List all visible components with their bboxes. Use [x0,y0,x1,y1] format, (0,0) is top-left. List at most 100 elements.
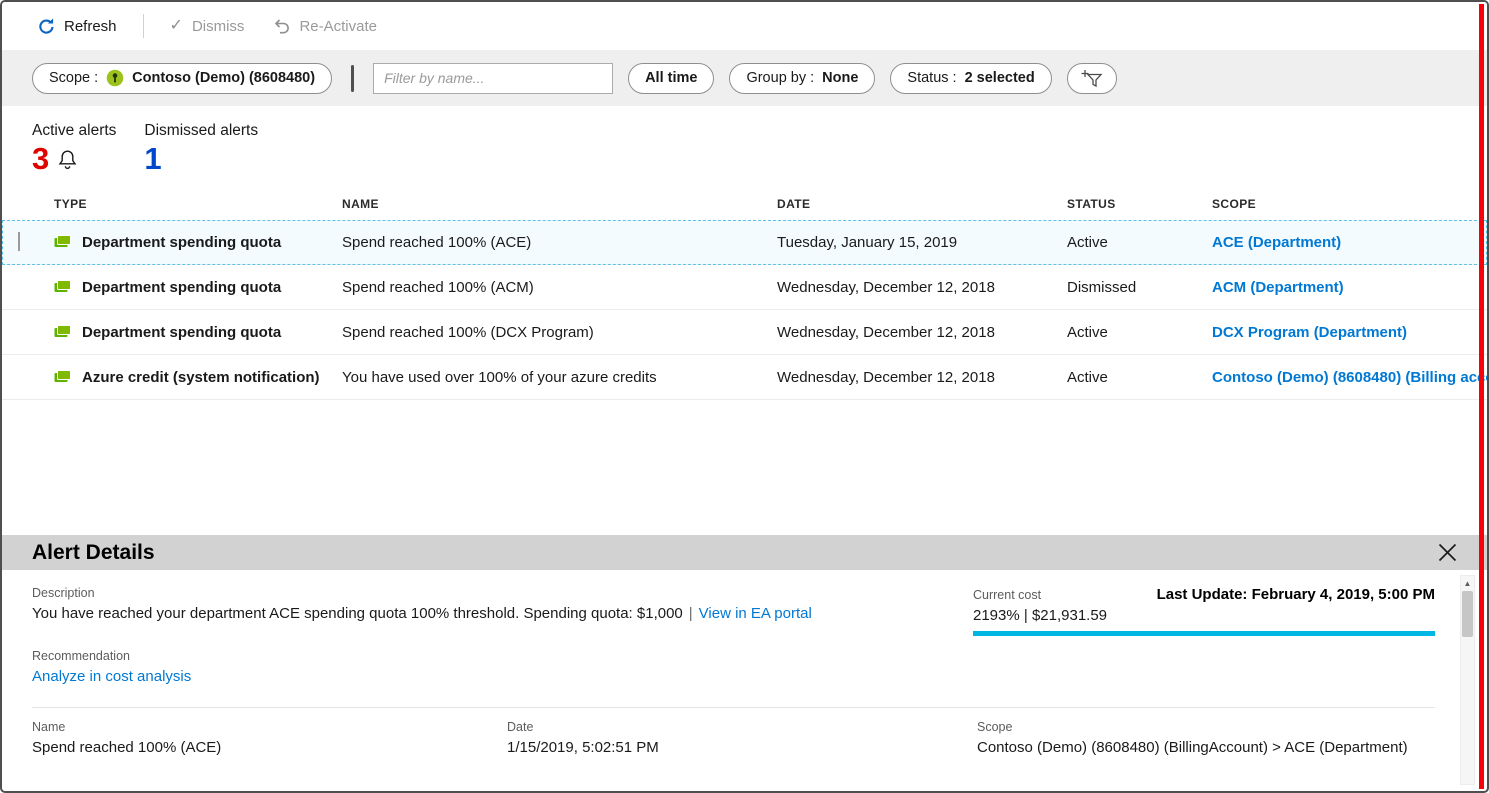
spending-quota-icon [54,235,71,249]
alert-summary: Active alerts 3 Dismissed alerts 1 [2,106,1487,180]
description-section: Description You have reached your depart… [32,586,943,686]
alert-status: Dismissed [1067,279,1212,296]
detail-scope-field: Scope Contoso (Demo) (8608480) (BillingA… [977,720,1435,756]
active-alerts-count: 3 [32,142,49,176]
status-filter-label: Status : [907,70,956,86]
alert-details-panel: Alert Details Description You have reach… [2,535,1487,791]
analyze-in-cost-analysis-link[interactable]: Analyze in cost analysis [32,668,191,685]
detail-scope-label: Scope [977,720,1435,734]
table-row[interactable]: Azure credit (system notification) You h… [2,355,1487,400]
dismissed-alerts-summary[interactable]: Dismissed alerts 1 [144,122,258,180]
detail-name-label: Name [32,720,507,734]
active-alerts-label: Active alerts [32,122,116,140]
alert-date: Tuesday, January 15, 2019 [777,234,1067,251]
column-header-type[interactable]: TYPE [54,197,342,211]
last-update-text: Last Update: February 4, 2019, 5:00 PM [1157,586,1435,603]
table-row[interactable]: Department spending quota Spend reached … [2,220,1487,265]
dismissed-alerts-count: 1 [144,142,161,176]
alert-status: Active [1067,369,1212,386]
scrollbar-thumb[interactable] [1462,591,1473,637]
column-header-name[interactable]: NAME [342,197,777,211]
alert-scope-link[interactable]: DCX Program (Department) [1212,324,1487,341]
alerts-table: TYPE NAME DATE STATUS SCOPE Department s… [2,180,1487,400]
alert-details-header: Alert Details [2,535,1487,570]
description-separator: | [689,605,693,622]
refresh-icon [38,18,55,35]
alert-name: Spend reached 100% (ACE) [342,234,777,251]
time-range-pill[interactable]: All time [628,63,714,94]
add-filter-funnel-icon [1081,69,1103,88]
details-divider [32,707,1435,708]
alert-date: Wednesday, December 12, 2018 [777,369,1067,386]
undo-icon [274,19,290,34]
red-edge-stripe [1479,4,1484,789]
alert-scope-link[interactable]: Contoso (Demo) (8608480) (Billing accou [1212,369,1489,386]
table-header-row: TYPE NAME DATE STATUS SCOPE [2,180,1487,220]
alert-details-title: Alert Details [32,541,155,565]
current-cost-section: Current cost Last Update: February 4, 20… [973,586,1435,686]
status-filter-pill[interactable]: Status : 2 selected [890,63,1051,94]
detail-scope-value: Contoso (Demo) (8608480) (BillingAccount… [977,739,1435,756]
cost-progress-bar [973,631,1435,636]
group-by-value: None [822,70,858,86]
empty-area [2,400,1487,535]
description-text: You have reached your department ACE spe… [32,605,683,622]
dismiss-label: Dismiss [192,18,245,35]
group-by-pill[interactable]: Group by : None [729,63,875,94]
enrollment-scope-icon [106,69,124,87]
column-header-scope[interactable]: SCOPE [1212,197,1487,211]
alert-type: Department spending quota [82,279,281,296]
alert-status: Active [1067,324,1212,341]
bell-icon [58,149,77,170]
alert-name: You have used over 100% of your azure cr… [342,369,777,386]
status-filter-value: 2 selected [965,70,1035,86]
scope-pill[interactable]: Scope : Contoso (Demo) (8608480) [32,63,332,94]
alert-date: Wednesday, December 12, 2018 [777,279,1067,296]
toolbar-divider [143,14,144,38]
alert-scope-link[interactable]: ACM (Department) [1212,279,1487,296]
scope-pill-value: Contoso (Demo) (8608480) [132,70,315,86]
alert-type: Azure credit (system notification) [82,369,320,386]
detail-name-value: Spend reached 100% (ACE) [32,739,507,756]
row-checkbox[interactable] [18,232,20,251]
command-bar: Refresh ✓ Dismiss Re-Activate [2,2,1487,50]
current-cost-label: Current cost [973,588,1041,602]
dismiss-button[interactable]: ✓ Dismiss [160,12,255,41]
name-filter-input[interactable] [373,63,613,94]
detail-date-value: 1/15/2019, 5:02:51 PM [507,739,977,756]
detail-name-field: Name Spend reached 100% (ACE) [32,720,507,756]
column-header-date[interactable]: DATE [777,197,1067,211]
scope-pill-label: Scope : [49,70,98,86]
close-details-button[interactable] [1434,539,1461,566]
spending-quota-icon [54,280,71,294]
alert-status: Active [1067,234,1212,251]
alert-date: Wednesday, December 12, 2018 [777,324,1067,341]
alert-type: Department spending quota [82,324,281,341]
app-window: Refresh ✓ Dismiss Re-Activate Scope : Co… [0,0,1489,793]
alert-details-body: Description You have reached your depart… [2,570,1487,791]
scroll-up-icon[interactable]: ▲ [1464,576,1472,591]
details-scrollbar[interactable]: ▲ [1460,575,1475,785]
add-filter-pill[interactable] [1067,63,1117,94]
alert-name: Spend reached 100% (ACM) [342,279,777,296]
reactivate-label: Re-Activate [299,18,377,35]
filterbar-divider [351,65,354,92]
detail-date-label: Date [507,720,977,734]
recommendation-label: Recommendation [32,649,943,663]
refresh-label: Refresh [64,18,117,35]
recommendation-section: Recommendation Analyze in cost analysis [32,649,943,686]
azure-credit-icon [54,370,71,384]
active-alerts-summary[interactable]: Active alerts 3 [32,122,116,180]
alert-type: Department spending quota [82,234,281,251]
refresh-button[interactable]: Refresh [28,12,127,41]
view-in-ea-portal-link[interactable]: View in EA portal [699,605,812,622]
table-row[interactable]: Department spending quota Spend reached … [2,265,1487,310]
column-header-status[interactable]: STATUS [1067,197,1212,211]
close-icon [1438,543,1457,562]
table-row[interactable]: Department spending quota Spend reached … [2,310,1487,355]
time-range-value: All time [645,70,697,86]
reactivate-button[interactable]: Re-Activate [264,12,387,41]
alert-name: Spend reached 100% (DCX Program) [342,324,777,341]
alert-scope-link[interactable]: ACE (Department) [1212,234,1487,251]
dismissed-alerts-label: Dismissed alerts [144,122,258,140]
